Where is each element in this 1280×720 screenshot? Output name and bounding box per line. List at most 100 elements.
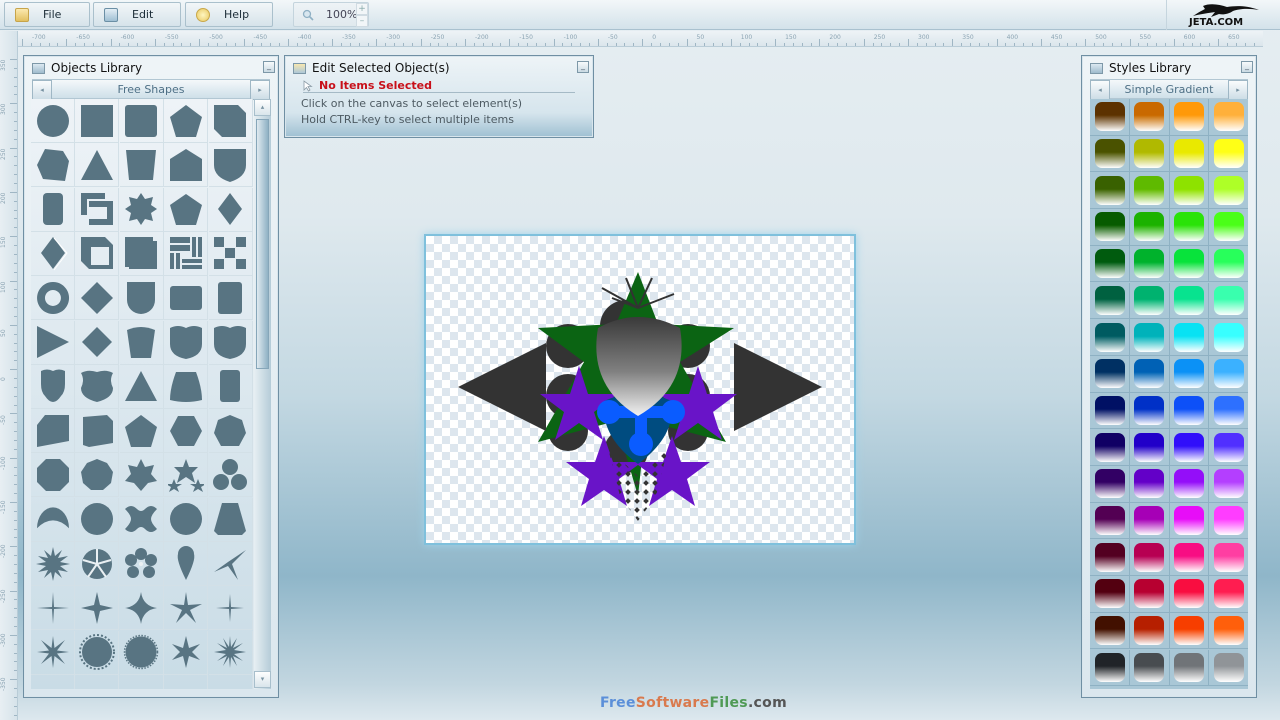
scroll-thumb[interactable]	[256, 119, 269, 369]
shape-badge-shield[interactable]	[164, 320, 209, 365]
edit-panel-minimize-button[interactable]: _	[577, 61, 589, 73]
style-swatch[interactable]	[1169, 319, 1210, 356]
style-swatch[interactable]	[1129, 319, 1170, 356]
shape-category-selector[interactable]: ◂ Free Shapes ▸	[32, 79, 270, 100]
style-swatch[interactable]	[1090, 319, 1130, 356]
shape-trefoil[interactable]	[208, 453, 253, 498]
jeta-logo[interactable]: JETA.COM	[1166, 0, 1280, 30]
shape-trapezoid-rounded[interactable]	[119, 143, 164, 188]
style-swatch[interactable]	[1129, 502, 1170, 540]
shape-star-12-thin[interactable]	[208, 630, 253, 675]
prev-category-button[interactable]: ◂	[32, 80, 52, 100]
shape-badge-shield-2[interactable]	[208, 320, 253, 365]
shape-crescent[interactable]	[31, 497, 75, 542]
zoom-out-button[interactable]: –	[356, 15, 368, 27]
style-swatch[interactable]	[1169, 209, 1210, 246]
shape-ring[interactable]	[31, 276, 75, 321]
shape-sparkle-4[interactable]	[75, 586, 120, 631]
shape-rounded-rect[interactable]	[164, 276, 209, 321]
style-swatch[interactable]	[1129, 99, 1170, 136]
shape-u-shield[interactable]	[119, 276, 164, 321]
style-swatch[interactable]	[1169, 502, 1210, 540]
styles-minimize-button[interactable]: _	[1241, 61, 1253, 73]
style-category-selector[interactable]: ◂ Simple Gradient ▸	[1090, 79, 1248, 100]
style-swatch[interactable]	[1090, 539, 1130, 577]
style-swatch[interactable]	[1169, 355, 1210, 393]
style-swatch[interactable]	[1090, 649, 1130, 687]
shape-highway-shield[interactable]	[75, 364, 120, 409]
shape-circle[interactable]	[31, 99, 75, 143]
edit-menu-button[interactable]: Edit	[93, 2, 181, 27]
style-swatch[interactable]	[1169, 172, 1210, 210]
shape-triangle-right[interactable]	[31, 320, 75, 365]
shape-triangle[interactable]	[75, 143, 120, 188]
shape-grass-tall[interactable]	[75, 674, 120, 689]
shape-star-5-thin[interactable]	[164, 586, 209, 631]
shape-star-8-thin[interactable]	[31, 630, 75, 675]
next-style-category-button[interactable]: ▸	[1228, 80, 1248, 100]
shape-star-badge-6[interactable]	[119, 453, 164, 498]
shape-bell-trapezoid[interactable]	[164, 364, 209, 409]
shape-star-6[interactable]	[164, 630, 209, 675]
shape-scalloped-circle[interactable]	[164, 497, 209, 542]
style-swatch[interactable]	[1090, 355, 1130, 393]
shape-cut-corner-square[interactable]	[208, 99, 253, 143]
style-swatch[interactable]	[1090, 172, 1130, 210]
style-swatch[interactable]	[1090, 502, 1130, 540]
style-swatch[interactable]	[1090, 612, 1130, 650]
style-swatch[interactable]	[1129, 429, 1170, 466]
style-swatch[interactable]	[1129, 649, 1170, 687]
shape-police-badge[interactable]	[31, 364, 75, 409]
style-swatch[interactable]	[1129, 282, 1170, 320]
shape-offset-frames[interactable]	[75, 187, 120, 232]
shape-cross-curved[interactable]	[119, 497, 164, 542]
shape-starburst-16[interactable]	[31, 542, 75, 586]
style-swatch[interactable]	[1169, 539, 1210, 577]
style-swatch[interactable]	[1090, 245, 1130, 283]
shape-folded-square-frame[interactable]	[75, 231, 120, 276]
shape-rounded-rect-tall[interactable]	[208, 276, 253, 321]
file-menu-button[interactable]: File	[4, 2, 90, 27]
shape-diamond-square[interactable]	[75, 276, 120, 321]
shape-diamond-outlined[interactable]	[31, 231, 75, 276]
help-menu-button[interactable]: Help	[185, 2, 273, 27]
style-swatch[interactable]	[1209, 393, 1248, 430]
next-category-button[interactable]: ▸	[250, 80, 270, 100]
style-swatch[interactable]	[1209, 172, 1248, 210]
shape-star-cluster[interactable]	[164, 453, 209, 498]
style-swatch[interactable]	[1090, 392, 1130, 430]
shape-hexagon-irregular[interactable]	[31, 143, 75, 188]
shape-triangle-equilateral[interactable]	[119, 364, 164, 409]
shape-cylinder-tall[interactable]	[208, 364, 253, 409]
shape-heptagon[interactable]	[208, 409, 253, 454]
style-swatch[interactable]	[1209, 466, 1248, 503]
style-swatch[interactable]	[1169, 245, 1210, 283]
style-swatch[interactable]	[1169, 99, 1210, 136]
shape-cube-face[interactable]	[75, 409, 120, 454]
style-swatch[interactable]	[1129, 245, 1170, 283]
shape-seal-32[interactable]	[119, 630, 164, 675]
style-swatch[interactable]	[1209, 503, 1248, 540]
style-swatch[interactable]	[1209, 576, 1248, 613]
shape-checker[interactable]	[208, 231, 253, 276]
style-swatch[interactable]	[1209, 283, 1248, 320]
style-swatch[interactable]	[1169, 576, 1210, 613]
style-swatch[interactable]	[1129, 466, 1170, 503]
shape-rounded-octagon[interactable]	[75, 497, 120, 542]
shape-grass-thin[interactable]	[120, 674, 164, 689]
scroll-down-button[interactable]: ▾	[254, 671, 271, 688]
style-swatch[interactable]	[1090, 209, 1130, 246]
zoom-in-button[interactable]: +	[356, 3, 368, 15]
style-swatch[interactable]	[1169, 612, 1210, 650]
shape-seal-24[interactable]	[75, 630, 120, 675]
shape-pentagon-rounded[interactable]	[119, 320, 164, 365]
shapes-scrollbar[interactable]: ▴ ▾	[254, 99, 271, 689]
shape-trapezoid-tall[interactable]	[208, 497, 253, 542]
style-swatch[interactable]	[1209, 356, 1248, 393]
style-swatch[interactable]	[1169, 429, 1210, 466]
style-swatch[interactable]	[1129, 355, 1170, 393]
shape-grass[interactable]	[31, 674, 75, 689]
shape-diamond[interactable]	[208, 187, 253, 232]
shape-pentagon-regular[interactable]	[119, 409, 164, 454]
style-swatch[interactable]	[1090, 466, 1130, 503]
